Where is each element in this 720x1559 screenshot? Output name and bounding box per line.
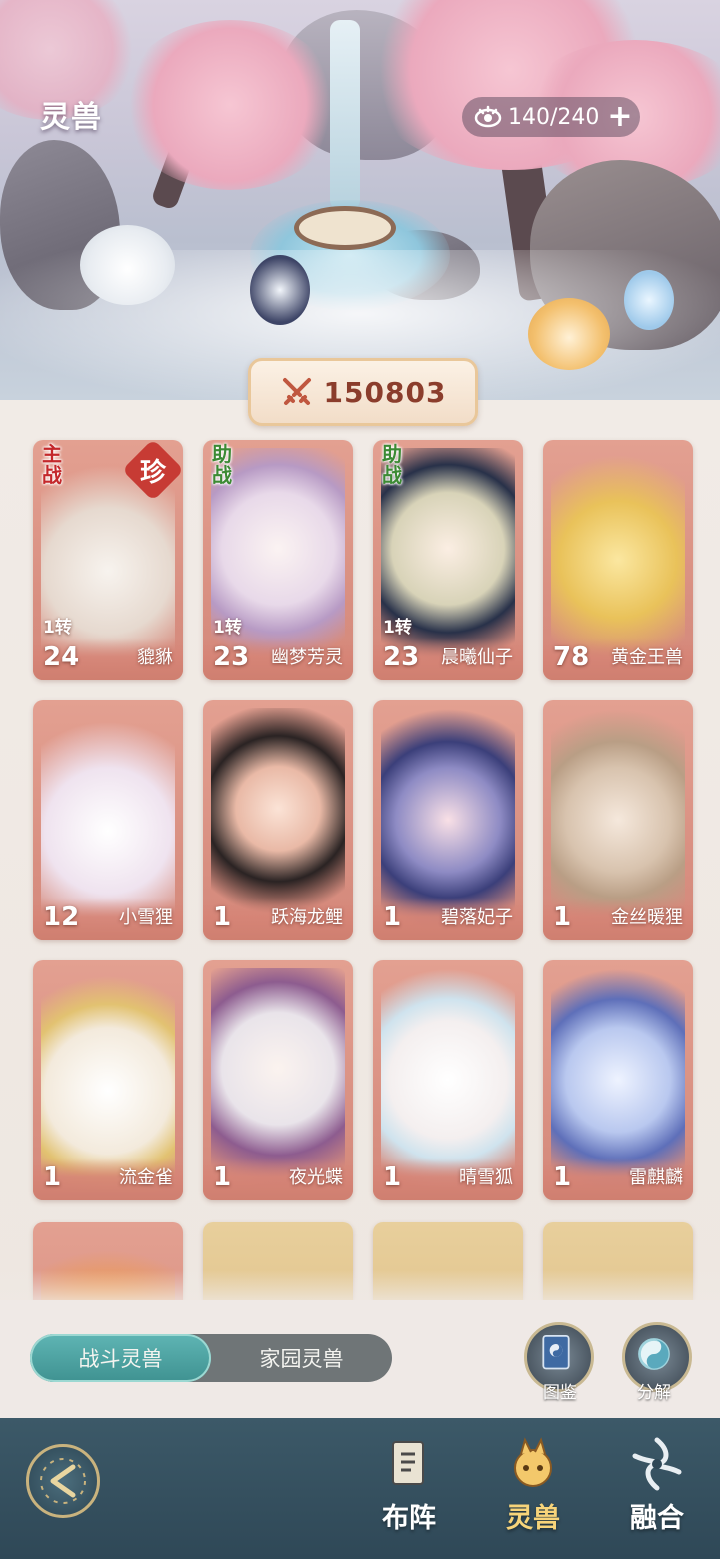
beast-type-tabs[interactable]: 战斗灵兽 家园灵兽 — [30, 1334, 392, 1382]
beast-name: 夜光蝶 — [289, 1167, 343, 1188]
nav-formation[interactable]: 布阵 — [354, 1432, 464, 1535]
nav-formation-label: 布阵 — [382, 1503, 436, 1534]
assist-battle-badge: 助战 — [212, 442, 232, 487]
beast-level: 23 — [383, 642, 420, 672]
beast-card[interactable]: 1 跃海龙鲤 — [203, 700, 353, 940]
white-beast-figure[interactable] — [80, 225, 175, 305]
crossed-swords-icon — [282, 378, 311, 405]
main-battle-badge: 主战 — [42, 442, 62, 487]
beast-card[interactable]: 1 夜光蝶 — [203, 960, 353, 1200]
yin-yang-icon — [638, 1338, 670, 1370]
bottom-nav: 布阵 灵兽 融合 — [0, 1418, 720, 1559]
beast-level: 78 — [553, 642, 590, 672]
beast-name: 流金雀 — [119, 1167, 173, 1188]
beast-turn: 1转 — [43, 618, 72, 638]
stone-basin — [294, 206, 396, 250]
beast-card[interactable]: 主战 珍 1转 24 貔貅 — [33, 440, 183, 680]
beast-level: 12 — [43, 902, 80, 932]
beast-name: 金丝暖狸 — [611, 907, 683, 928]
codex-label: 图鉴 — [543, 1383, 577, 1403]
beast-eye-icon — [474, 105, 502, 128]
beast-name: 貔貅 — [137, 647, 173, 668]
beast-name: 幽梦芳灵 — [271, 647, 343, 668]
beast-card[interactable]: 1 晴雪狐 — [373, 960, 523, 1200]
capacity-value: 140/240 — [508, 104, 600, 130]
beast-card[interactable]: 78 黄金王兽 — [543, 440, 693, 680]
beast-name: 碧落妃子 — [441, 907, 513, 928]
blossom-center — [120, 20, 340, 190]
beast-name: 黄金王兽 — [611, 647, 683, 668]
combat-power-banner: 150803 — [248, 358, 478, 426]
beast-name: 晨曦仙子 — [441, 647, 513, 668]
beast-card[interactable]: 1 雷麒麟 — [543, 960, 693, 1200]
beast-name: 晴雪狐 — [459, 1167, 513, 1188]
beast-level: 1 — [213, 902, 232, 932]
tab-home-beasts[interactable]: 家园灵兽 — [211, 1334, 392, 1382]
fox-spirit-figure[interactable] — [250, 255, 310, 325]
nav-beasts-label: 灵兽 — [506, 1503, 560, 1534]
beast-turn: 1转 — [213, 618, 242, 638]
rare-badge: 珍 — [121, 440, 183, 502]
beast-level: 24 — [43, 642, 80, 672]
book-icon — [542, 1334, 570, 1370]
capacity-indicator[interactable]: 140/240 + — [462, 97, 640, 137]
nav-beasts[interactable]: 灵兽 — [478, 1432, 588, 1535]
list-fade — [0, 1270, 720, 1300]
beast-level: 1 — [43, 1162, 62, 1192]
beast-level: 23 — [213, 642, 250, 672]
beast-card[interactable]: 1 金丝暖狸 — [543, 700, 693, 940]
beast-turn: 1转 — [383, 618, 412, 638]
capacity-plus-button[interactable]: + — [607, 102, 632, 132]
decompose-label: 分解 — [637, 1383, 671, 1403]
combat-power-value: 150803 — [323, 375, 447, 409]
ghost-spirit-figure[interactable] — [624, 270, 674, 330]
scroll-icon — [392, 1441, 424, 1485]
beast-name: 小雪狸 — [119, 907, 173, 928]
beast-level: 1 — [383, 1162, 402, 1192]
beast-level: 1 — [553, 902, 572, 932]
beast-card[interactable]: 1 流金雀 — [33, 960, 183, 1200]
beast-level: 1 — [553, 1162, 572, 1192]
beast-name: 雷麒麟 — [629, 1167, 683, 1188]
assist-battle-badge: 助战 — [382, 442, 402, 487]
rare-badge-label: 珍 — [139, 457, 166, 488]
beast-card[interactable]: 助战 1转 23 晨曦仙子 — [373, 440, 523, 680]
nav-fusion[interactable]: 融合 — [602, 1432, 712, 1535]
beast-level: 1 — [383, 902, 402, 932]
beast-card[interactable]: 助战 1转 23 幽梦芳灵 — [203, 440, 353, 680]
back-button[interactable] — [26, 1444, 100, 1518]
back-arrow-icon — [40, 1458, 86, 1504]
golden-fox-figure[interactable] — [528, 298, 610, 370]
nav-fusion-label: 融合 — [630, 1503, 684, 1534]
beast-head-icon — [514, 1437, 552, 1487]
beast-level: 1 — [213, 1162, 232, 1192]
beast-card[interactable]: 1 碧落妃子 — [373, 700, 523, 940]
page-title: 灵兽 — [40, 100, 102, 135]
beast-card-grid[interactable]: 主战 珍 1转 24 貔貅 助战 1转 23 幽梦芳灵 助战 1转 23 晨曦仙… — [0, 400, 720, 1300]
scene-banner: 灵兽 140/240 + — [0, 0, 720, 400]
fusion-swirl-icon — [632, 1437, 682, 1491]
tab-battle-beasts[interactable]: 战斗灵兽 — [30, 1334, 211, 1382]
beast-card[interactable]: 12 小雪狸 — [33, 700, 183, 940]
beast-name: 跃海龙鲤 — [271, 907, 343, 928]
